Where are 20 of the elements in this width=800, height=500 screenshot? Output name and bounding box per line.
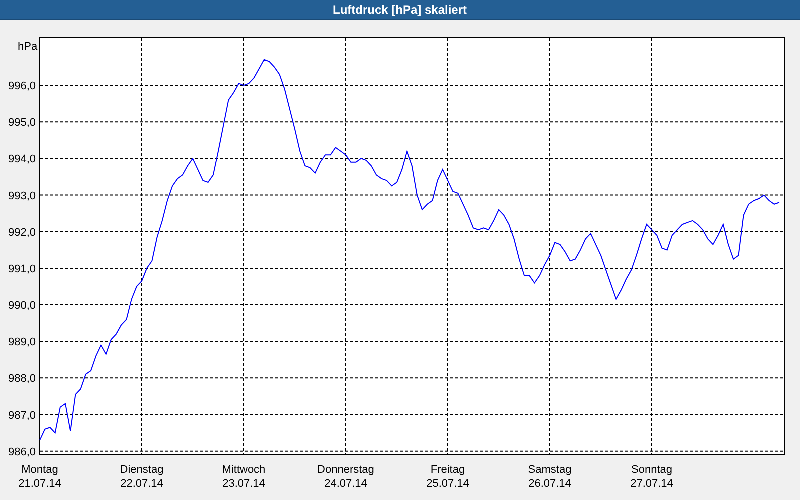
y-tick-label: 990,0: [8, 300, 36, 312]
y-tick-label: 995,0: [8, 117, 36, 130]
y-tick-label: 987,0: [8, 410, 36, 422]
x-tick-label: Freitag 25.07.14: [426, 464, 470, 490]
y-tick-label: 993,0: [8, 190, 36, 202]
x-tick-label: Dienstag 22.07.14: [120, 464, 164, 490]
x-tick-label: Donnerstag 24.07.14: [318, 464, 374, 490]
x-tick-label: Samstag 26.07.14: [528, 464, 572, 490]
y-tick-label: 986,0: [8, 446, 36, 458]
y-tick-label: 994,0: [8, 154, 36, 166]
y-axis-unit: hPa: [18, 41, 38, 53]
y-tick-label: 989,0: [8, 336, 36, 349]
x-tick-label: Mittwoch 23.07.14: [222, 464, 266, 490]
x-tick-label: Sonntag 27.07.14: [630, 464, 674, 490]
y-tick-label: 996,0: [8, 80, 36, 93]
window-title: Luftdruck [hPa] skaliert: [332, 2, 468, 18]
y-tick-label: 992,0: [8, 226, 36, 239]
y-tick-label: 991,0: [8, 263, 36, 276]
x-tick-label: Montag 21.07.14: [18, 464, 62, 490]
y-tick-label: 988,0: [8, 373, 36, 386]
